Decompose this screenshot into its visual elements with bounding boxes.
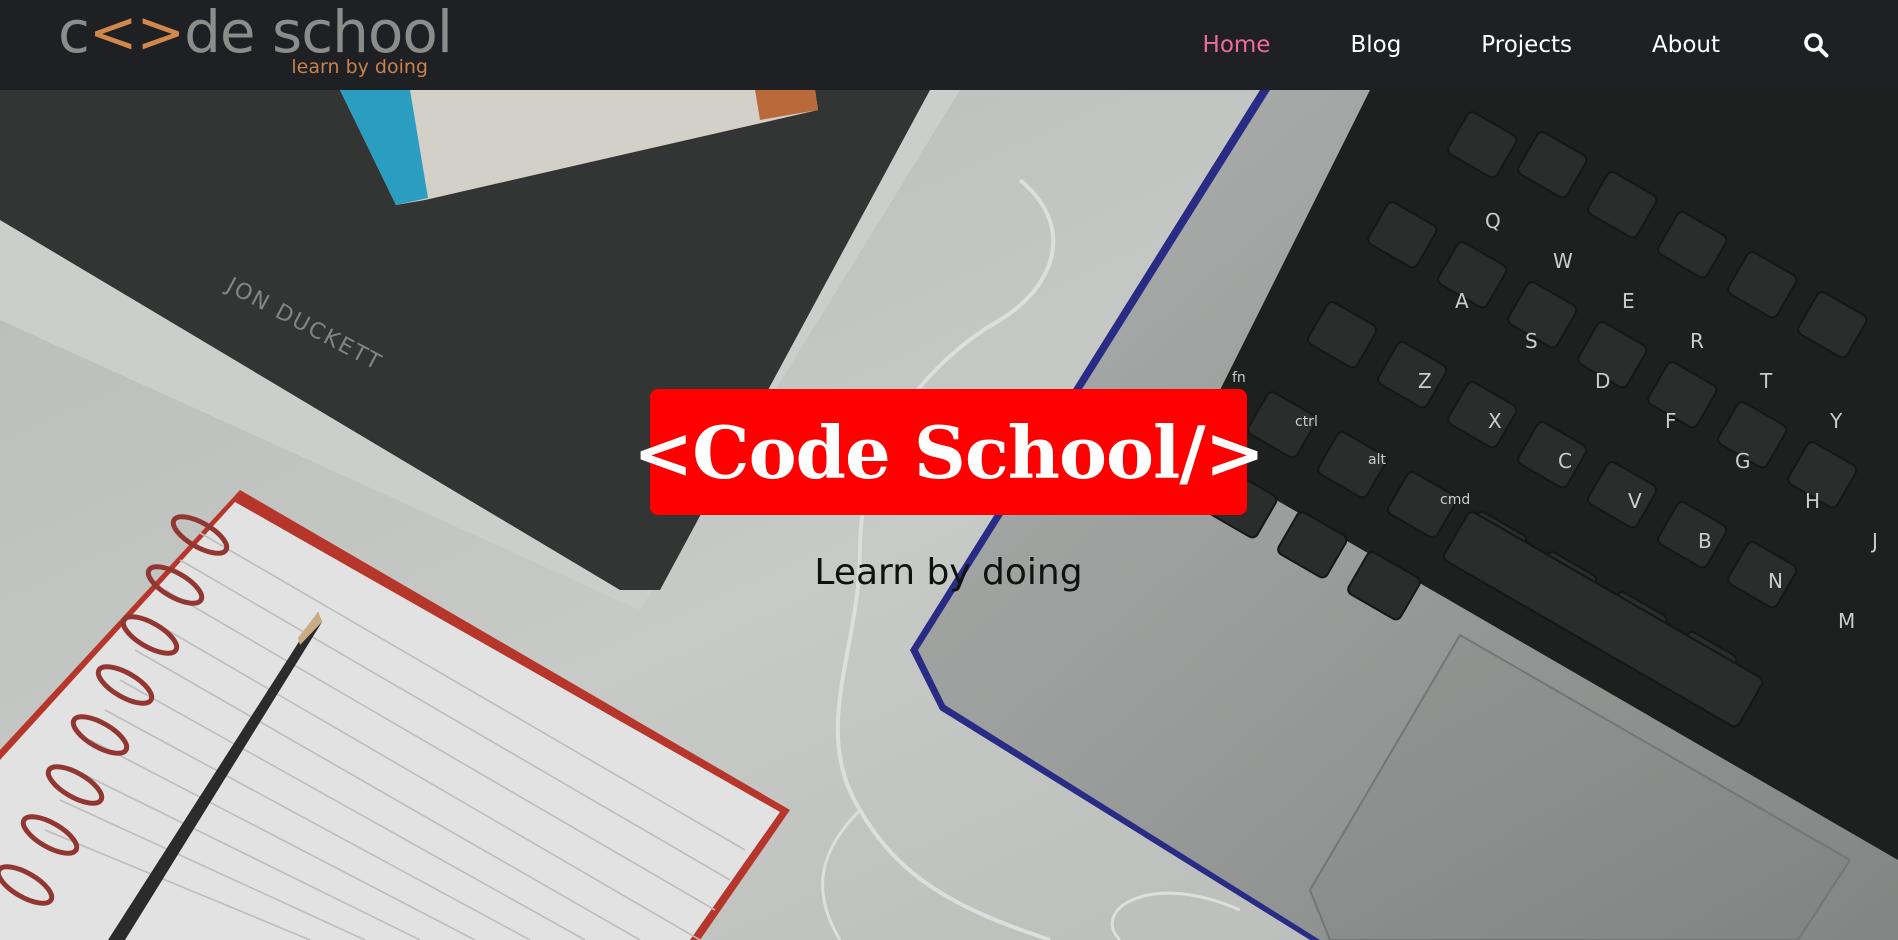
top-navbar: c<>de school learn by doing Home Blog Pr… [0,0,1898,90]
hero-section: JON DUCKETT Q W E R T Y A S D F G H J Z … [0,90,1898,940]
hero-background-image: JON DUCKETT Q W E R T Y A S D F G H J Z … [0,90,1898,940]
main-nav: Home Blog Projects About [1203,0,1898,90]
hero-title: <Code School/> [632,409,1265,495]
hero-subtitle: Learn by doing [814,552,1083,593]
nav-item-blog[interactable]: Blog [1350,32,1401,58]
search-button[interactable] [1800,29,1832,61]
nav-item-projects[interactable]: Projects [1481,32,1572,58]
code-bracket-icon: <> [88,0,185,66]
search-icon [1804,33,1829,58]
site-logo[interactable]: c<>de school learn by doing [58,0,453,90]
logo-tagline: learn by doing [291,56,428,78]
nav-item-about[interactable]: About [1652,32,1720,58]
nav-item-home[interactable]: Home [1203,32,1271,58]
hero-title-banner: <Code School/> [633,389,1265,515]
